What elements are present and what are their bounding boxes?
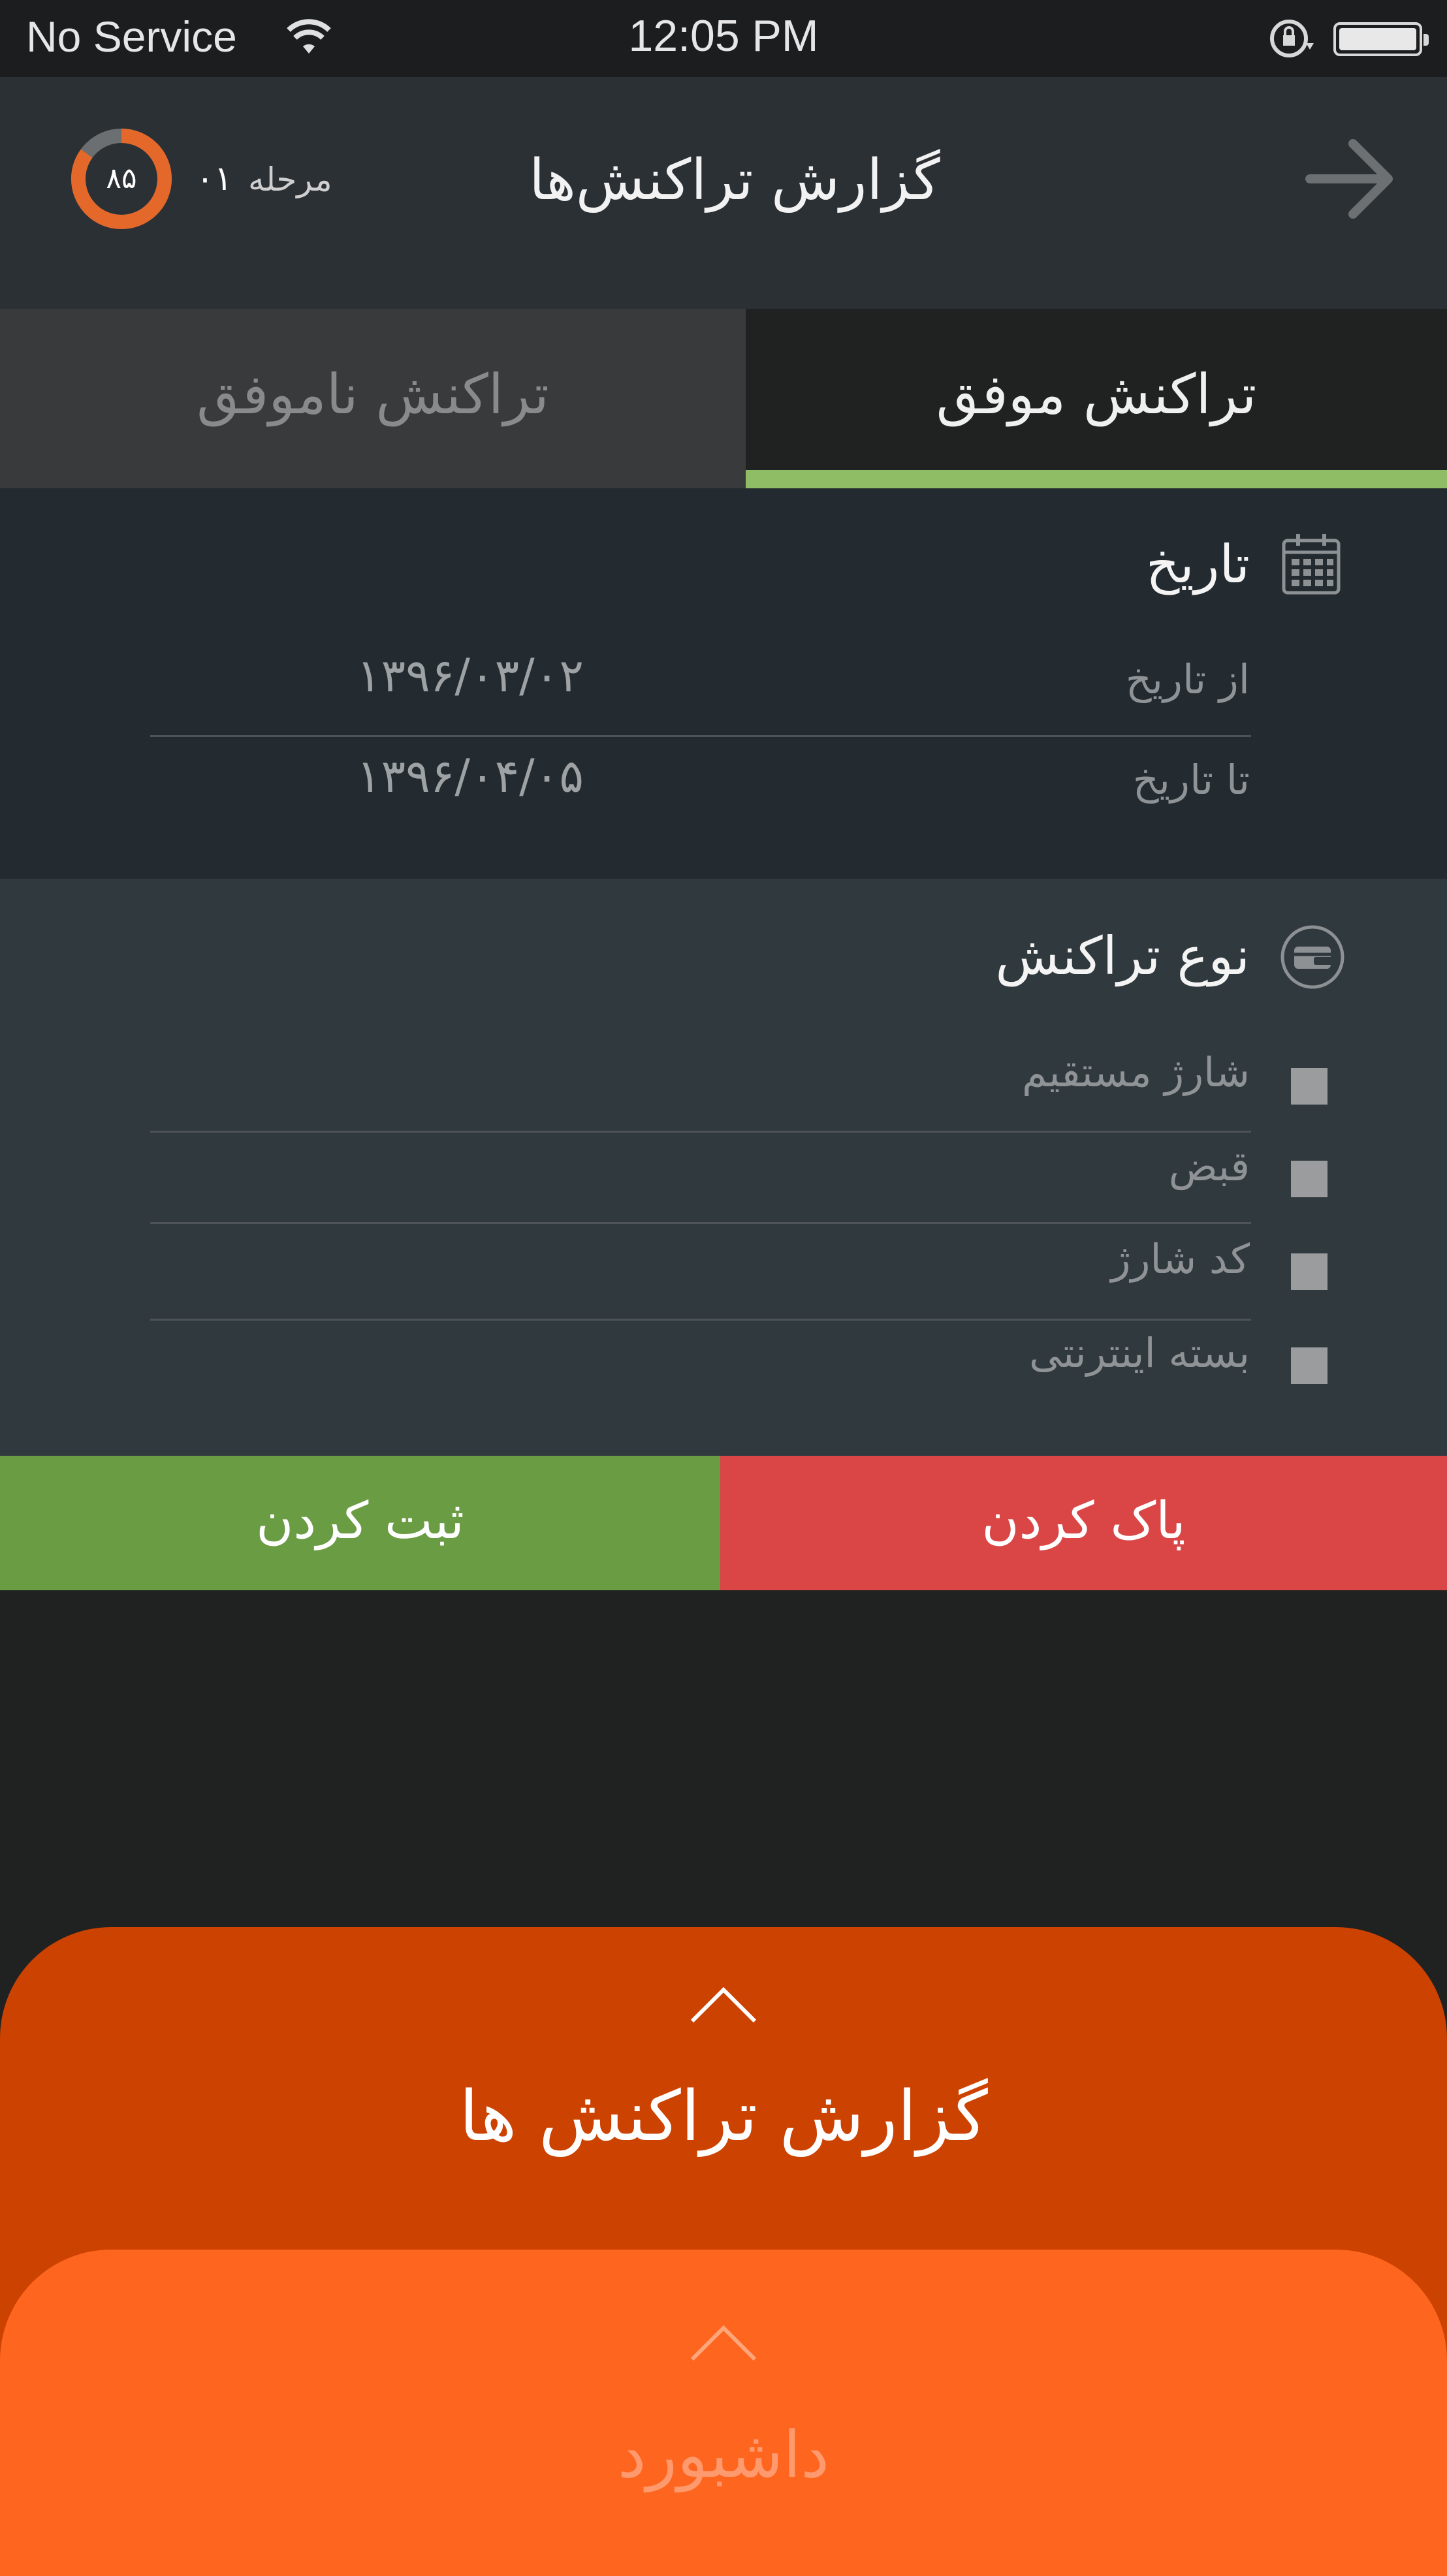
action-bar: ثبت کردن پاک کردن [0,1456,1447,1590]
divider [150,1131,1251,1133]
stage-label: مرحله [248,161,332,198]
from-date-label: از تاریخ [1125,655,1250,703]
divider [150,735,1251,737]
calendar-icon [1280,531,1343,599]
date-section: تاریخ از تاریخ ۱۳۹۶/۰۳/۰۲ تا تاریخ ۱۳۹۶/… [0,488,1447,879]
option-charge-code-checkbox[interactable] [1291,1253,1328,1290]
tab-successful[interactable]: تراکنش موفق [746,309,1447,488]
tab-bar: تراکنش ناموفق تراکنش موفق [0,309,1447,488]
save-button[interactable]: ثبت کردن [0,1456,720,1590]
stage-number: ۰۱ [196,159,232,198]
clock: 12:05 PM [628,11,819,61]
to-date-label: تا تاریخ [1132,756,1250,804]
chevron-up-icon [690,2325,757,2361]
to-date-value[interactable]: ۱۳۹۶/۰۴/۰۵ [357,749,584,803]
wallet-icon [1279,923,1346,994]
arrow-right-icon[interactable] [1303,133,1401,227]
option-direct-charge-label: شارژ مستقیم [1022,1048,1250,1096]
option-bill-checkbox[interactable] [1291,1161,1328,1197]
from-date-value[interactable]: ۱۳۹۶/۰۳/۰۲ [357,649,584,702]
divider [150,1319,1251,1321]
progress-value: ۸۵ [106,162,137,195]
tab-failed[interactable]: تراکنش ناموفق [0,309,746,488]
option-internet-package-label: بسته اینترنتی [1029,1329,1250,1377]
rotation-lock-icon [1265,16,1318,64]
clear-button[interactable]: پاک کردن [720,1456,1447,1590]
option-charge-code-label: کد شارژ [1111,1235,1250,1283]
type-section-title: نوع تراکنش [995,926,1250,986]
battery-icon [1333,22,1429,56]
option-bill-label: قبض [1168,1142,1250,1190]
status-bar: No Service 12:05 PM [0,0,1447,77]
transactions-report-label: گزارش تراکنش ها [459,2076,988,2156]
page-title: گزارش تراکنش‌ها [529,148,940,213]
transaction-type-section: نوع تراکنش شارژ مستقیم قبض کد شارژ بسته … [0,879,1447,1456]
divider [150,1222,1251,1224]
app-header: ۸۵ ۰۱ مرحله گزارش تراکنش‌ها [0,77,1447,309]
option-direct-charge-checkbox[interactable] [1291,1068,1328,1105]
date-section-title: تاریخ [1145,534,1250,595]
chevron-up-icon [690,1987,757,2023]
dashboard-card[interactable]: داشبورد [0,2250,1447,2576]
dashboard-label: داشبورد [617,2418,830,2492]
option-internet-package-checkbox[interactable] [1291,1347,1328,1384]
